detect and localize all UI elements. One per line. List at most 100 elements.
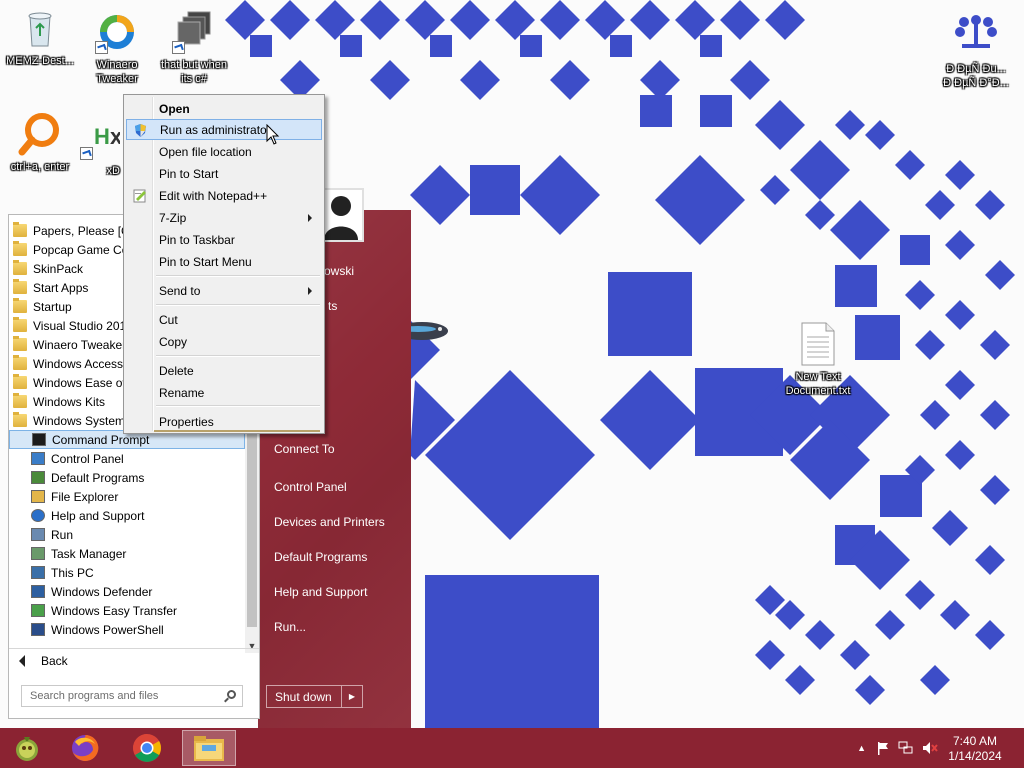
cmd-icon [32, 433, 46, 446]
start-link-devices-and-printers[interactable]: Devices and Printers [274, 515, 385, 529]
context-menu-run-as-administrator[interactable]: Run as administrator [126, 119, 322, 140]
desktop-icon-ctrl-a[interactable]: ctrl+a, enter [0, 112, 80, 174]
action-center-flag-icon[interactable] [876, 741, 890, 758]
context-menu-delete[interactable]: Delete [126, 360, 322, 381]
program-item[interactable]: Windows PowerShell [9, 620, 245, 639]
back-button[interactable]: Back [9, 648, 259, 672]
back-label: Back [41, 653, 68, 668]
folder-icon [13, 393, 27, 408]
context-menu-rename[interactable]: Rename [126, 382, 322, 403]
program-label: Windows System [33, 413, 126, 428]
program-item[interactable]: Control Panel [9, 449, 245, 468]
start-button[interactable] [0, 730, 54, 766]
context-menu-copy[interactable]: Copy [126, 331, 322, 352]
program-label: Start Apps [33, 280, 89, 295]
context-menu-edit-with-notepad[interactable]: Edit with Notepad++ [126, 185, 322, 206]
desktop-icon-label: MEMZ-Dest... [6, 55, 74, 67]
shortcut-arrow-icon [95, 41, 108, 54]
search-icon[interactable] [227, 690, 236, 699]
context-menu-cut[interactable]: Cut [126, 309, 322, 330]
desktop-icon-network[interactable]: Đ ĐµÑ Đu... Đ ĐµÑ Đ°Đ... [934, 14, 1018, 90]
taskbar-firefox[interactable] [58, 730, 112, 766]
stacked-windows-icon [172, 10, 216, 54]
menu-separator [156, 275, 320, 277]
program-item[interactable]: Help and Support [9, 506, 245, 525]
start-search-box[interactable] [21, 685, 243, 707]
start-link-documents[interactable]: ts [328, 299, 337, 313]
context-menu-label: Edit with Notepad++ [159, 188, 268, 203]
taskbar-chrome[interactable] [120, 730, 174, 766]
svg-text:H: H [94, 124, 110, 149]
scrollbar-thumb[interactable] [247, 417, 257, 627]
start-link-user-name[interactable]: owski [324, 264, 354, 278]
shut-down-options-arrow[interactable]: ▶ [342, 686, 362, 707]
network-tree-icon [954, 14, 998, 58]
folder-icon [13, 355, 27, 370]
desktop-icon-xd[interactable]: H x xD [76, 116, 124, 178]
clock-time: 7:40 AM [952, 734, 998, 748]
context-menu: Open Run as administrator Open file locati… [123, 94, 325, 434]
taskbar-clock[interactable]: 7:40 AM 1/14/2024 [940, 734, 1010, 764]
program-item[interactable]: Windows Easy Transfer [9, 601, 245, 620]
program-item[interactable]: Default Programs [9, 468, 245, 487]
network-icon[interactable] [898, 741, 914, 758]
program-label: Windows PowerShell [51, 622, 164, 637]
context-menu-label: Open [159, 101, 190, 116]
program-label: Command Prompt [52, 432, 150, 447]
context-menu-properties[interactable]: Properties [126, 411, 322, 432]
context-menu-label: Properties [159, 414, 214, 429]
file-explorer-icon [194, 736, 224, 761]
context-menu-7-zip[interactable]: 7-Zip [126, 207, 322, 228]
context-menu-label: Delete [159, 363, 194, 378]
taskbar-file-explorer[interactable] [182, 730, 236, 766]
shut-down-label: Shut down [267, 686, 342, 707]
program-item[interactable]: This PC [9, 563, 245, 582]
program-label: SkinPack [33, 261, 84, 276]
program-item[interactable]: Windows Defender [9, 582, 245, 601]
desktop-icon-memz[interactable]: MEMZ-Dest... [0, 6, 80, 68]
program-label: Papers, Please [G [33, 223, 131, 238]
volume-muted-icon[interactable] [922, 741, 938, 758]
defender-icon [31, 585, 45, 598]
start-link-default-programs[interactable]: Default Programs [274, 550, 367, 564]
start-link-help-and-support[interactable]: Help and Support [274, 585, 367, 599]
context-menu-send-to[interactable]: Send to [126, 280, 322, 301]
desktop-icon-that-but-when[interactable]: that but when its c# [154, 10, 234, 86]
context-menu-label: 7-Zip [159, 210, 187, 225]
tray-overflow-chevron-icon[interactable]: ▲ [857, 743, 866, 753]
desktop-icon-label: New Text Document.txt [785, 371, 851, 397]
program-item[interactable]: Run [9, 525, 245, 544]
orange-magnifier-icon [18, 112, 62, 156]
program-label: Run [51, 527, 74, 542]
program-item[interactable]: File Explorer [9, 487, 245, 506]
desktop-icon-winaero[interactable]: Winaero Tweaker [77, 10, 157, 86]
program-label: Default Programs [51, 470, 145, 485]
program-label: Windows Easy Transfer [51, 603, 178, 618]
default-programs-icon [31, 471, 45, 484]
submenu-arrow-icon [308, 287, 312, 295]
task-manager-icon [31, 547, 45, 560]
context-menu-pin-to-start-menu[interactable]: Pin to Start Menu [126, 251, 322, 272]
firefox-icon [72, 734, 99, 761]
computer-icon [31, 566, 45, 579]
start-link-control-panel[interactable]: Control Panel [274, 480, 347, 494]
control-panel-icon [31, 452, 45, 465]
context-menu-pin-to-taskbar[interactable]: Pin to Taskbar [126, 229, 322, 250]
start-search-input[interactable] [30, 690, 210, 702]
svg-text:x: x [110, 124, 120, 149]
context-menu-pin-to-start[interactable]: Pin to Start [126, 163, 322, 184]
desktop-icon-new-text-document[interactable]: New Text Document.txt [778, 322, 858, 398]
context-menu-open[interactable]: Open [126, 98, 322, 119]
context-menu-open-file-location[interactable]: Open file location [126, 141, 322, 162]
hx-icon: H x [80, 116, 123, 160]
context-menu-label: Open file location [159, 144, 252, 159]
program-item[interactable]: Task Manager [9, 544, 245, 563]
desktop-icon-label: Đ ĐµÑ Đu... Đ ĐµÑ Đ°Đ... [943, 63, 1009, 89]
start-link-connect-to[interactable]: Connect To [274, 442, 335, 456]
shortcut-arrow-icon [80, 147, 93, 160]
context-menu-label: Pin to Start Menu [159, 254, 252, 269]
menu-separator [156, 355, 320, 357]
context-menu-label: Rename [159, 385, 205, 400]
start-link-run[interactable]: Run... [274, 620, 306, 634]
shut-down-button[interactable]: Shut down ▶ [266, 685, 363, 708]
